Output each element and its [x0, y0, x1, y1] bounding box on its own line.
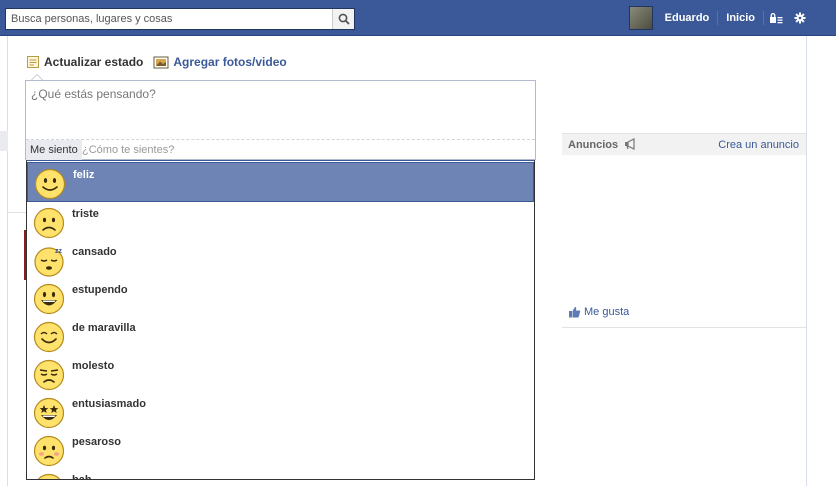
- excited-face-icon: [33, 397, 65, 429]
- feeling-input[interactable]: [80, 141, 530, 159]
- profile-link[interactable]: Eduardo: [657, 12, 718, 24]
- feeling-prefix-label: Me siento: [26, 140, 82, 160]
- wonderful-face-icon: [33, 321, 65, 353]
- settings-button[interactable]: [788, 12, 812, 24]
- feeling-label: pesaroso: [72, 436, 121, 448]
- feeling-label: cansado: [72, 246, 117, 258]
- feeling-label: de maravilla: [72, 322, 136, 334]
- feeling-label: triste: [72, 208, 99, 220]
- happy-face-icon: [34, 168, 66, 200]
- meh-face-icon: [37, 473, 61, 479]
- status-note-icon: [27, 56, 39, 68]
- feeling-label: molesto: [72, 360, 115, 372]
- tired-face-icon: zz: [34, 247, 64, 277]
- search-box: [5, 8, 355, 30]
- feeling-option-cansado[interactable]: zz cansado: [27, 240, 534, 278]
- tab-label: Agregar fotos/video: [173, 55, 287, 69]
- like-label: Me gusta: [584, 306, 630, 318]
- composer-tabs: Actualizar estado Agregar fotos/video: [26, 55, 297, 69]
- photo-icon: [153, 56, 169, 69]
- feeling-label: bah: [72, 474, 92, 480]
- user-nav: Eduardo Inicio: [628, 0, 836, 36]
- top-bar: Eduardo Inicio: [0, 0, 836, 36]
- tab-label: Actualizar estado: [44, 55, 144, 69]
- annoyed-face-icon: [33, 359, 65, 391]
- tab-update-status[interactable]: Actualizar estado: [26, 55, 143, 69]
- feeling-option-estupendo[interactable]: estupendo: [27, 278, 534, 316]
- feeling-option-feliz[interactable]: feliz: [27, 162, 534, 202]
- tab-add-photos[interactable]: Agregar fotos/video: [153, 55, 287, 69]
- search-icon: [338, 13, 350, 25]
- search-input[interactable]: [6, 9, 333, 29]
- sad-face-icon: [33, 207, 65, 239]
- sorry-face-icon: [33, 435, 65, 467]
- status-composer: Me siento: [25, 80, 536, 160]
- feeling-option-bah[interactable]: bah: [27, 468, 534, 480]
- status-textarea[interactable]: [26, 81, 535, 139]
- like-button[interactable]: Me gusta: [568, 306, 629, 318]
- avatar[interactable]: [628, 6, 653, 30]
- ads-header: Anuncios Crea un anuncio: [562, 133, 806, 155]
- sidebar-divider: [562, 327, 806, 328]
- thumbs-up-icon: [569, 307, 581, 318]
- privacy-shortcuts-button[interactable]: [764, 12, 788, 24]
- feelings-dropdown: feliz triste zz cansado estupendo de mar…: [26, 160, 535, 480]
- feeling-label: entusiasmado: [72, 398, 146, 410]
- svg-text:zz: zz: [55, 248, 63, 255]
- feeling-label: feliz: [73, 169, 95, 181]
- feeling-option-pesaroso[interactable]: pesaroso: [27, 430, 534, 468]
- feeling-option-entusiasmado[interactable]: entusiasmado: [27, 392, 534, 430]
- feeling-label: estupendo: [72, 284, 128, 296]
- left-divider: [8, 212, 26, 213]
- lock-menu-icon: [770, 13, 783, 24]
- composer-divider: [26, 139, 535, 140]
- home-link[interactable]: Inicio: [718, 12, 763, 24]
- search-button[interactable]: [332, 9, 354, 29]
- create-ad-link[interactable]: Crea un anuncio: [718, 139, 799, 151]
- ads-title: Anuncios: [568, 139, 619, 151]
- page-border: [806, 36, 807, 486]
- left-nav-highlight: [0, 131, 8, 151]
- great-face-icon: [33, 283, 65, 315]
- feeling-option-de-maravilla[interactable]: de maravilla: [27, 316, 534, 354]
- page-border: [7, 36, 8, 486]
- feeling-option-molesto[interactable]: molesto: [27, 354, 534, 392]
- gear-icon: [794, 12, 806, 24]
- megaphone-icon: [625, 138, 635, 150]
- feeling-option-triste[interactable]: triste: [27, 202, 534, 240]
